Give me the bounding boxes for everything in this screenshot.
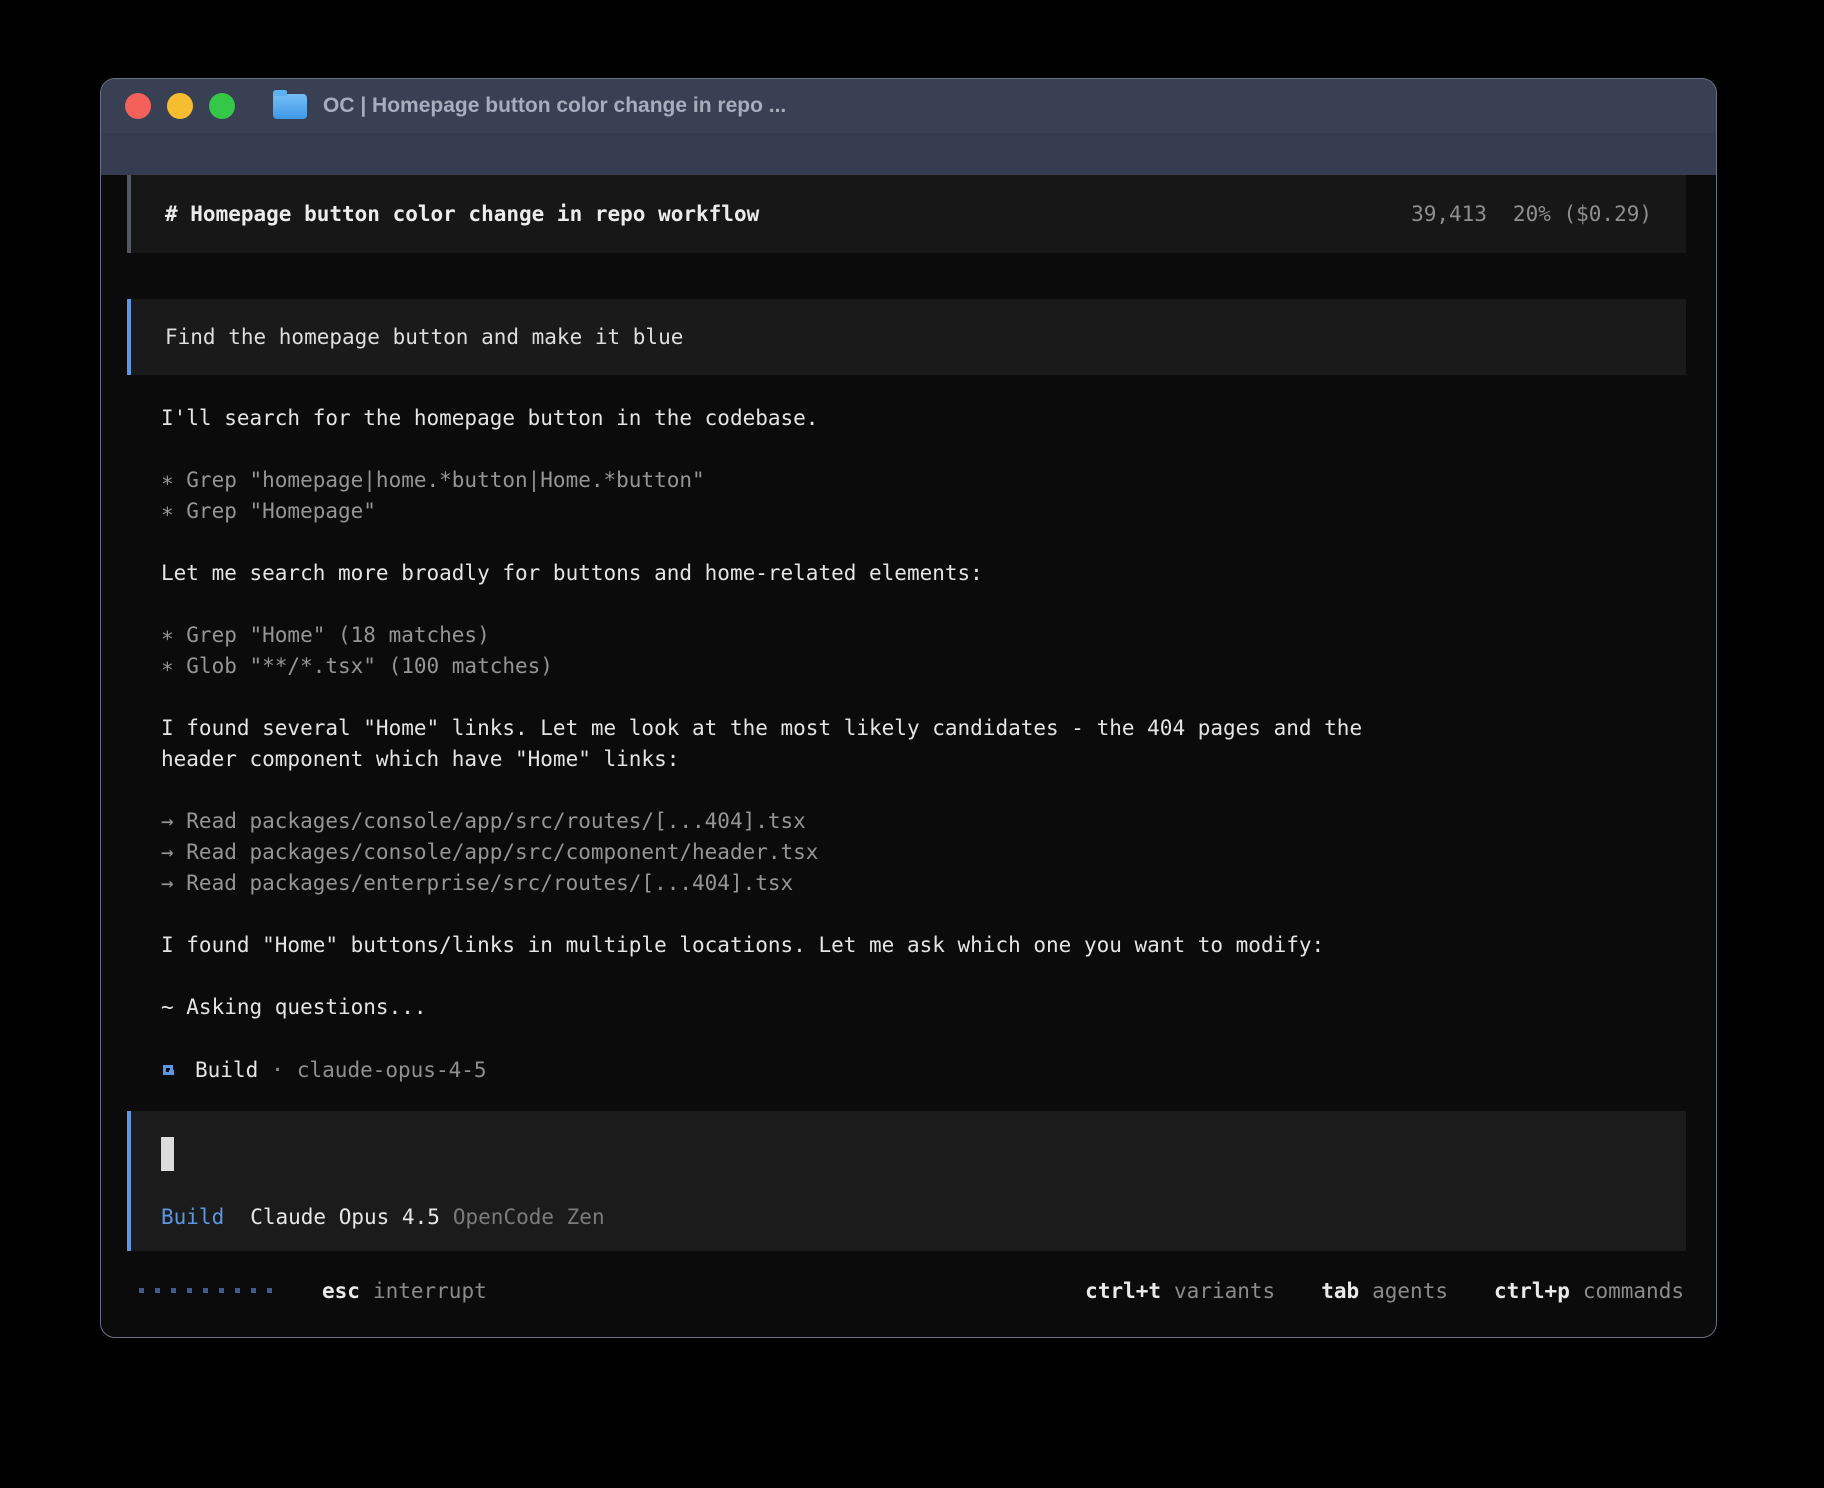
usage-cost: 20% ($0.29) [1513, 202, 1652, 226]
close-button[interactable] [125, 93, 151, 119]
input-footer: Build Claude Opus 4.5 OpenCode Zen [161, 1205, 1656, 1229]
hint-key-tab: tab [1321, 1279, 1359, 1303]
hint-agents: tab agents [1321, 1279, 1448, 1303]
user-message-text: Find the homepage button and make it blu… [165, 325, 683, 349]
prompt-input[interactable]: Build Claude Opus 4.5 OpenCode Zen [127, 1111, 1686, 1251]
status-bar: esc interrupt ctrl+t variants tab agents… [127, 1275, 1686, 1306]
hint-interrupt: esc interrupt [322, 1279, 487, 1303]
spinner-dots-icon [139, 1288, 272, 1293]
tool-call-read: → Read packages/enterprise/src/routes/[.… [161, 868, 1686, 899]
status-left: esc interrupt [129, 1279, 487, 1303]
tool-call-read: → Read packages/console/app/src/routes/[… [161, 806, 1686, 837]
session-stats: 39,413 20% ($0.29) [1411, 202, 1652, 226]
spacer [161, 899, 1686, 930]
titlebar[interactable]: OC | Homepage button color change in rep… [101, 79, 1716, 133]
separator-dot: · [271, 1058, 284, 1082]
provider-indicator: OpenCode Zen [453, 1205, 605, 1229]
maximize-button[interactable] [209, 93, 235, 119]
model-indicator[interactable]: Claude Opus 4.5 [250, 1205, 440, 1229]
agent-square-icon [163, 1065, 173, 1075]
spacer [161, 775, 1686, 806]
hint-variants: ctrl+t variants [1085, 1279, 1275, 1303]
assistant-paragraph: Let me search more broadly for buttons a… [161, 558, 1686, 589]
agent-badge: Build · claude-opus-4-5 [161, 1054, 1686, 1085]
assistant-paragraph: I'll search for the homepage button in t… [161, 403, 1686, 434]
hint-label-commands: commands [1583, 1279, 1684, 1303]
tool-call-grep: ∗ Grep "homepage|home.*button|Home.*butt… [161, 465, 1686, 496]
hint-key-ctrl-p: ctrl+p [1494, 1279, 1570, 1303]
folder-icon [273, 94, 307, 119]
hint-commands: ctrl+p commands [1494, 1279, 1684, 1303]
session-title: # Homepage button color change in repo w… [165, 202, 759, 226]
assistant-transcript: I'll search for the homepage button in t… [127, 403, 1686, 1085]
status-right: ctrl+t variants tab agents ctrl+p comman… [1085, 1279, 1684, 1303]
mode-indicator[interactable]: Build [161, 1205, 224, 1229]
assistant-paragraph: I found "Home" buttons/links in multiple… [161, 930, 1686, 961]
assistant-paragraph: header component which have "Home" links… [161, 744, 1686, 775]
hint-key-ctrl-t: ctrl+t [1085, 1279, 1161, 1303]
tool-call-grep: ∗ Grep "Home" (18 matches) [161, 620, 1686, 651]
terminal-content[interactable]: # Homepage button color change in repo w… [101, 175, 1716, 1338]
spacer [161, 527, 1686, 558]
token-count: 39,413 [1411, 202, 1487, 226]
terminal-window: OC | Homepage button color change in rep… [100, 78, 1717, 1338]
hint-label-variants: variants [1174, 1279, 1275, 1303]
session-header: # Homepage button color change in repo w… [127, 175, 1686, 253]
agent-model: claude-opus-4-5 [297, 1058, 487, 1082]
spacer [161, 589, 1686, 620]
minimize-button[interactable] [167, 93, 193, 119]
spacer [161, 1023, 1686, 1054]
spacer [161, 961, 1686, 992]
hint-label-agents: agents [1372, 1279, 1448, 1303]
agent-name: Build [195, 1058, 258, 1082]
window-title: OC | Homepage button color change in rep… [323, 94, 786, 118]
tool-call-grep: ∗ Grep "Homepage" [161, 496, 1686, 527]
spacer [161, 434, 1686, 465]
working-status: ~ Asking questions... [161, 992, 1686, 1023]
spacer [161, 682, 1686, 713]
hint-label-interrupt: interrupt [373, 1279, 487, 1303]
user-message: Find the homepage button and make it blu… [127, 299, 1686, 375]
hint-key-esc: esc [322, 1279, 360, 1303]
tool-call-read: → Read packages/console/app/src/componen… [161, 837, 1686, 868]
tool-call-glob: ∗ Glob "**/*.tsx" (100 matches) [161, 651, 1686, 682]
assistant-paragraph: I found several "Home" links. Let me loo… [161, 713, 1686, 744]
text-cursor [161, 1137, 174, 1171]
